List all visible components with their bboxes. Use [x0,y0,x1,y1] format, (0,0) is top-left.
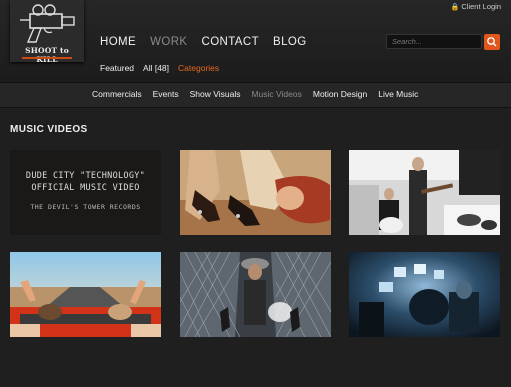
video-still-heels [180,150,331,235]
video-subtitle-line: OFFICIAL MUSIC VIDEO [31,183,140,193]
nav-work[interactable]: WORK [150,36,187,48]
category-bar: Commercials Events Show Visuals Music Vi… [0,82,511,108]
video-still-convertible [10,252,161,337]
video-still-fence-figure [180,252,331,337]
nav-contact[interactable]: CONTACT [201,36,259,48]
main-nav: HOME WORK CONTACT BLOG [100,36,307,48]
filter-all[interactable]: All [48] [143,63,169,73]
lock-icon: 🔒 [450,4,460,11]
section-title: MUSIC VIDEOS [10,124,88,135]
category-events[interactable]: Events [153,89,179,99]
filter-categories[interactable]: Categories [178,63,219,73]
video-still-blue-band [349,252,500,337]
video-thumbnail-6[interactable] [349,252,500,337]
video-thumbnail-5[interactable] [180,252,331,337]
camera-gun-icon [20,4,75,43]
nav-home[interactable]: HOME [100,36,136,48]
logo-text: SHOOT to KILL [25,46,69,64]
video-title-line: DUDE CITY "TECHNOLOGY" [25,171,146,181]
video-still-kitchen-band [349,150,500,235]
client-login-label: Client Login [461,2,501,11]
category-live-music[interactable]: Live Music [378,89,418,99]
category-show-visuals[interactable]: Show Visuals [190,89,241,99]
logo[interactable]: SHOOT to KILL [10,0,84,64]
search-button[interactable] [484,34,500,50]
logo-stripe [22,57,72,59]
search-input[interactable]: Search... [386,34,482,49]
video-label-line: THE DEVIL'S TOWER RECORDS [30,203,141,211]
category-music-videos[interactable]: Music Videos [251,89,301,99]
video-thumbnail-3[interactable] [349,150,500,235]
search-icon [487,37,497,47]
client-login-link[interactable]: 🔒 Client Login [451,2,501,11]
nav-blog[interactable]: BLOG [273,36,307,48]
video-thumbnail-2[interactable] [180,150,331,235]
filter-featured[interactable]: Featured [100,63,134,73]
category-motion-design[interactable]: Motion Design [313,89,367,99]
category-commercials[interactable]: Commercials [92,89,142,99]
video-thumbnail-dude-city[interactable]: DUDE CITY "TECHNOLOGY" OFFICIAL MUSIC VI… [10,150,161,235]
video-thumbnail-4[interactable] [10,252,161,337]
filter-nav: Featured All [48] Categories [100,63,219,73]
